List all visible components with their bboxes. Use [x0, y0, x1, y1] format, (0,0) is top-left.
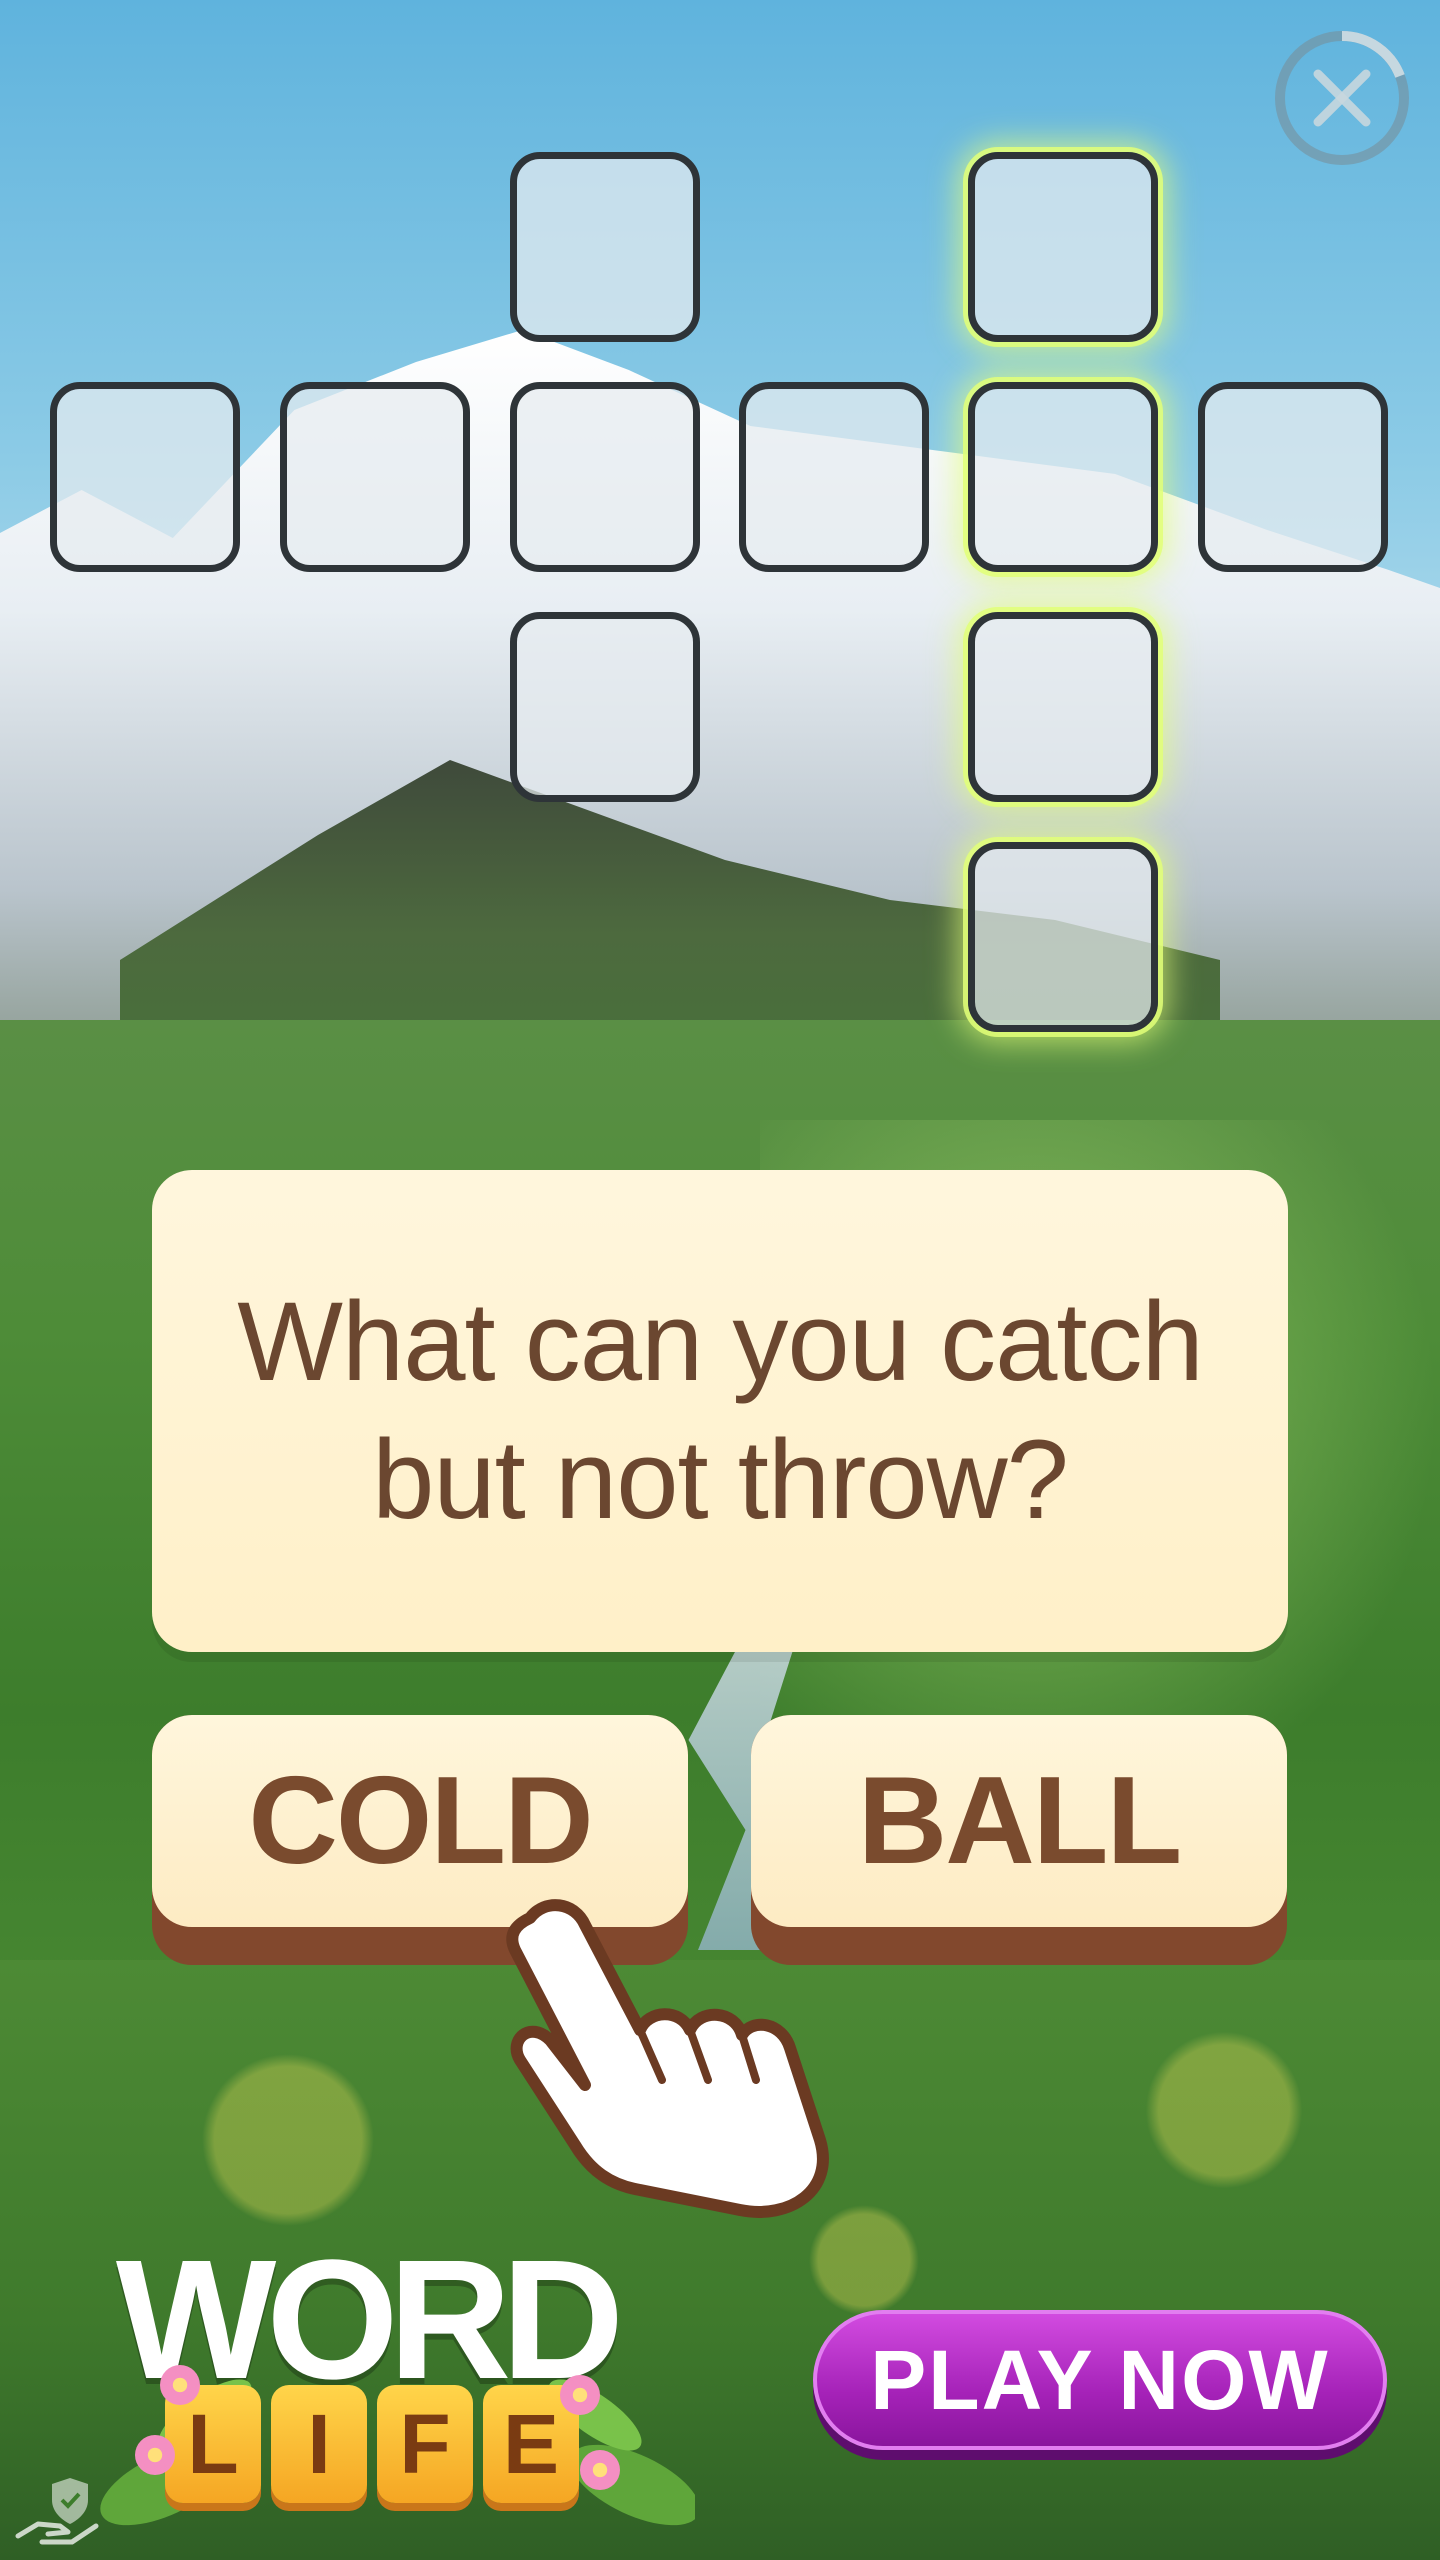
- close-icon: [1275, 31, 1409, 165]
- crossword-tile-highlighted: [968, 612, 1158, 802]
- question-text: What can you catch but not throw?: [237, 1279, 1204, 1542]
- privacy-shield-hand-icon[interactable]: [12, 2470, 102, 2550]
- flower-icon: [580, 2450, 620, 2490]
- play-now-label: PLAY NOW: [870, 2332, 1330, 2427]
- play-now-button[interactable]: PLAY NOW: [813, 2310, 1387, 2450]
- crossword-tile-highlighted: [968, 382, 1158, 572]
- answer-label: BALL: [857, 1752, 1183, 1890]
- crossword-tile: [510, 152, 700, 342]
- crossword-tile: [510, 382, 700, 572]
- flower-icon: [135, 2435, 175, 2475]
- flower-icon: [560, 2375, 600, 2415]
- pointing-hand-icon: [490, 1890, 850, 2220]
- crossword-tile: [510, 612, 700, 802]
- crossword-tile: [739, 382, 929, 572]
- close-button[interactable]: [1272, 28, 1412, 168]
- logo-letter-tile: F: [377, 2385, 473, 2503]
- flower-icon: [160, 2365, 200, 2405]
- answer-label: COLD: [248, 1752, 593, 1890]
- logo-life-tiles: L I F E: [165, 2385, 579, 2503]
- word-life-logo: WORD L I F E: [55, 2235, 695, 2535]
- crossword-tile-highlighted: [968, 842, 1158, 1032]
- crossword-tile: [1198, 382, 1388, 572]
- crossword-tile: [50, 382, 240, 572]
- crossword-tile-highlighted: [968, 152, 1158, 342]
- logo-letter-tile: I: [271, 2385, 367, 2503]
- crossword-tile: [280, 382, 470, 572]
- question-card: What can you catch but not throw?: [152, 1170, 1288, 1652]
